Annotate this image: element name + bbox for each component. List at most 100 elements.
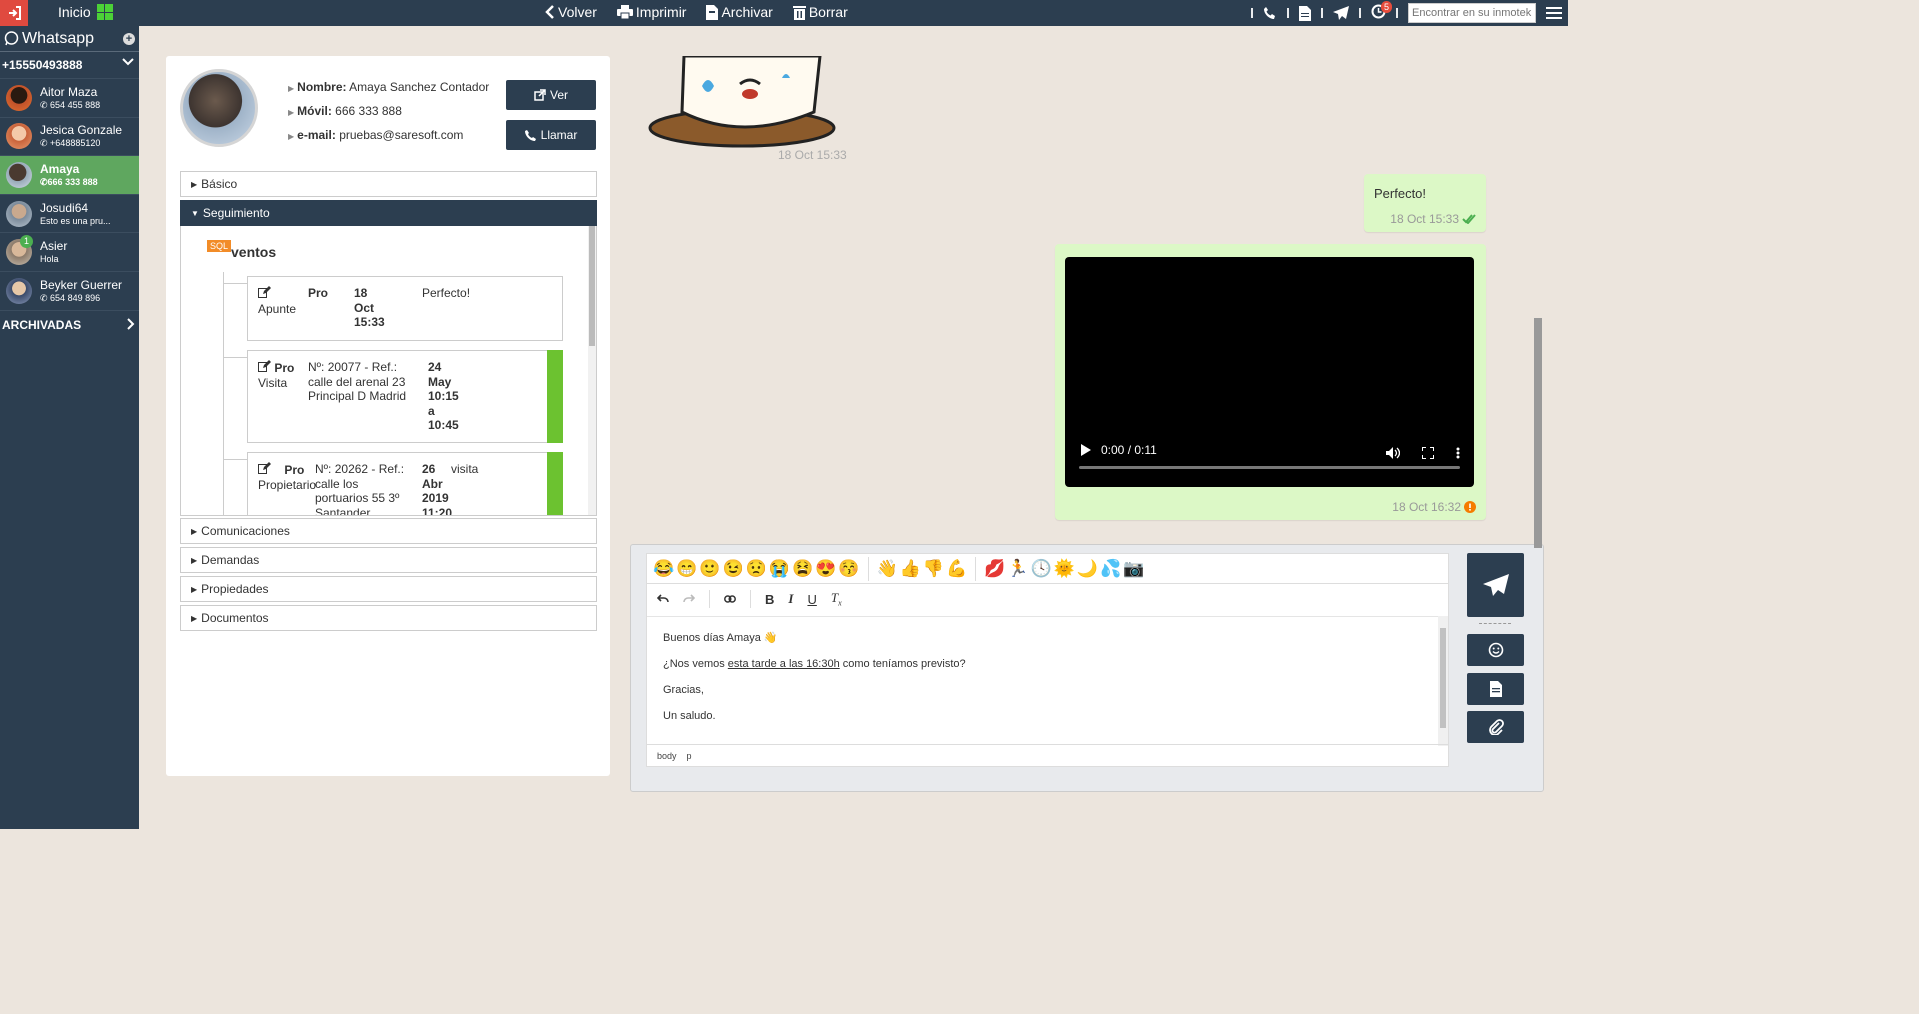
section-documentos[interactable]: ▶ Documentos <box>180 605 597 631</box>
notification-badge: 5 <box>1380 1 1392 13</box>
phone-icon <box>524 130 536 141</box>
emoji-button[interactable]: 😂 <box>653 559 674 579</box>
volume-icon[interactable] <box>1386 447 1400 459</box>
call-contact-button[interactable]: Llamar <box>506 120 596 150</box>
timeline-connector <box>224 459 248 460</box>
play-icon[interactable] <box>1081 444 1091 456</box>
contact-item-josudi64[interactable]: Josudi64 Esto es una pru... <box>0 193 139 233</box>
chat-area: 18 Oct 15:33 Perfecto! 18 Oct 15:33 0:00… <box>612 26 1544 829</box>
attach-file-button[interactable] <box>1467 711 1524 743</box>
emoji-button[interactable]: 👍 <box>900 559 921 579</box>
hamburger-menu-icon[interactable] <box>1546 6 1562 20</box>
section-seguimiento[interactable]: ▼ Seguimiento <box>180 200 597 226</box>
double-check-icon <box>1462 214 1476 224</box>
section-basico[interactable]: ▶ Básico <box>180 171 597 197</box>
emoji-picker-button[interactable] <box>1467 634 1524 666</box>
template-button[interactable] <box>1467 673 1524 705</box>
contact-item-jesica[interactable]: Jesica Gonzale ✆ +648885120 <box>0 116 139 156</box>
event-card[interactable]: Pro Visita Nº: 20077 - Ref.: calle del a… <box>224 350 563 443</box>
underline-button[interactable]: U <box>807 592 816 607</box>
emoji-button[interactable]: 🌙 <box>1077 559 1098 579</box>
italic-button[interactable]: I <box>788 591 793 607</box>
message-bubble[interactable]: Perfecto! 18 Oct 15:33 <box>1364 174 1486 232</box>
emoji-button[interactable]: 💪 <box>946 559 967 579</box>
emoji-button[interactable]: 💋 <box>984 559 1005 579</box>
emoji-button[interactable]: 🏃 <box>1007 559 1028 579</box>
grid-icon <box>96 4 113 20</box>
emoji-button[interactable]: 💦 <box>1100 559 1121 579</box>
print-button[interactable]: Imprimir <box>616 4 686 20</box>
emoji-button[interactable]: 😫 <box>792 559 813 579</box>
clear-format-button[interactable]: Tx <box>831 590 842 608</box>
format-toolbar: B I U Tx <box>647 584 1448 614</box>
printer-icon <box>616 5 633 19</box>
emoji-button[interactable]: 😭 <box>769 559 790 579</box>
emoji-button[interactable]: 😁 <box>676 559 697 579</box>
avatar <box>6 84 32 111</box>
section-comunicaciones[interactable]: ▶ Comunicaciones <box>180 518 597 544</box>
profile-email-row: ▶ e-mail: pruebas@saresoft.com <box>288 128 464 142</box>
contact-item-aitor[interactable]: Aitor Maza ✆ 654 455 888 <box>0 78 139 117</box>
timeline-line <box>223 272 224 515</box>
sql-badge[interactable]: SQL <box>207 240 232 252</box>
emoji-button[interactable]: 😚 <box>838 559 859 579</box>
emoji-button[interactable]: 🕓 <box>1031 559 1052 579</box>
bold-button[interactable]: B <box>765 592 774 607</box>
section-propiedades[interactable]: ▶ Propiedades <box>180 576 597 602</box>
contact-panel: ▶ Nombre: Amaya Sanchez Contador ▶ Móvil: … <box>166 56 610 776</box>
view-contact-button[interactable]: Ver <box>506 80 596 110</box>
contact-item-asier[interactable]: 1 Asier Hola <box>0 232 139 271</box>
history-button[interactable]: 5 <box>1371 1 1392 22</box>
archived-chats-link[interactable]: ARCHIVADAS <box>0 309 139 340</box>
undo-icon[interactable] <box>657 594 669 604</box>
link-icon[interactable] <box>724 595 736 603</box>
archive-icon <box>706 4 719 20</box>
video-progress-bar[interactable] <box>1079 466 1460 469</box>
error-icon <box>1464 501 1476 513</box>
top-menu: Volver Imprimir Archivar Borrar <box>545 4 848 20</box>
redo-icon[interactable] <box>683 594 695 604</box>
section-demandas[interactable]: ▶ Demandas <box>180 547 597 573</box>
emoji-button[interactable]: 🌞 <box>1054 559 1075 579</box>
status-bar <box>547 452 563 515</box>
document-icon[interactable] <box>1299 5 1311 21</box>
emoji-button[interactable]: 😍 <box>815 559 836 579</box>
emoji-button[interactable]: 👋 <box>877 559 898 579</box>
home-link[interactable]: Inicio <box>58 4 113 20</box>
back-button[interactable]: Volver <box>545 4 597 20</box>
event-card[interactable]: Apunte Pro 18 Oct 15:33 Perfecto! <box>224 276 563 341</box>
contact-item-beyker[interactable]: Beyker Guerrer ✆ 654 849 896 <box>0 270 139 310</box>
account-phone-selector[interactable]: +15550493888 <box>0 52 139 78</box>
emoji-button[interactable]: 😟 <box>746 559 767 579</box>
search-input[interactable] <box>1408 3 1536 23</box>
delete-button[interactable]: Borrar <box>792 4 848 20</box>
event-card[interactable]: Pro Propietario Nº: 20262 - Ref.: calle … <box>224 452 563 515</box>
emoji-toolbar: 😂 😁 🙂 😉 😟 😭 😫 😍 😚 👋 👍 👎 💪 💋 🏃 🕓 🌞 🌙 💦 📷 <box>647 554 1448 584</box>
contact-item-amaya[interactable]: Amaya ✆666 333 888 <box>0 155 139 194</box>
seguimiento-scrollbar[interactable] <box>588 226 596 515</box>
fullscreen-icon[interactable] <box>1422 447 1434 459</box>
emoji-button[interactable]: 😉 <box>723 559 744 579</box>
emoji-button[interactable]: 👎 <box>923 559 944 579</box>
caret-right-icon: ▶ <box>191 526 198 536</box>
caret-right-icon: ▶ <box>191 179 198 189</box>
logout-button[interactable] <box>0 0 28 26</box>
sidebar-title: Whatsapp + <box>0 26 139 52</box>
send-message-button[interactable] <box>1467 553 1524 617</box>
chevron-right-icon <box>127 317 135 330</box>
send-icon[interactable] <box>1333 5 1349 21</box>
more-options-icon[interactable] <box>1456 447 1460 459</box>
chat-scrollbar[interactable] <box>1534 318 1542 548</box>
emoji-button[interactable]: 📷 <box>1123 559 1144 579</box>
emoji-button[interactable]: 🙂 <box>699 559 720 579</box>
add-chat-button[interactable]: + <box>123 33 135 45</box>
video-player[interactable]: 0:00 / 0:11 <box>1065 257 1474 487</box>
avatar <box>6 123 32 150</box>
phone-call-icon[interactable] <box>1263 6 1277 20</box>
events-title: ventos <box>231 244 277 260</box>
message-body-input[interactable]: Buenos días Amaya 👋 ¿Nos vemos esta tard… <box>647 616 1440 746</box>
edit-icon <box>258 360 271 372</box>
profile-photo <box>180 69 258 147</box>
editor-scrollbar[interactable] <box>1438 616 1448 746</box>
archive-button[interactable]: Archivar <box>706 4 773 20</box>
